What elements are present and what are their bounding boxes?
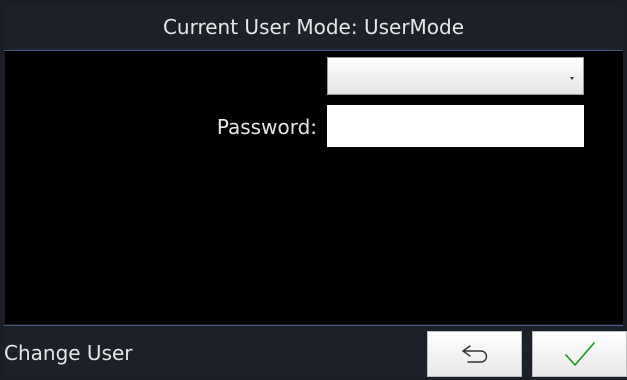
window-frame: Current User Mode: UserMode Password: Ch… [0,0,627,380]
page-title: Current User Mode: UserMode [162,15,465,39]
user-select-dropdown[interactable] [327,57,584,95]
footer-bar: Change User [4,325,627,377]
confirm-button[interactable] [532,331,627,377]
dropdown-arrow-icon[interactable] [570,77,574,80]
back-button[interactable] [427,331,522,377]
footer-title: Change User [4,341,133,365]
main-content: Password: [5,51,623,324]
checkmark-icon [564,342,595,366]
return-arrow-icon [461,345,487,363]
password-input[interactable] [327,105,584,147]
header-bar: Current User Mode: UserMode [4,4,623,51]
password-label: Password: [216,115,317,139]
